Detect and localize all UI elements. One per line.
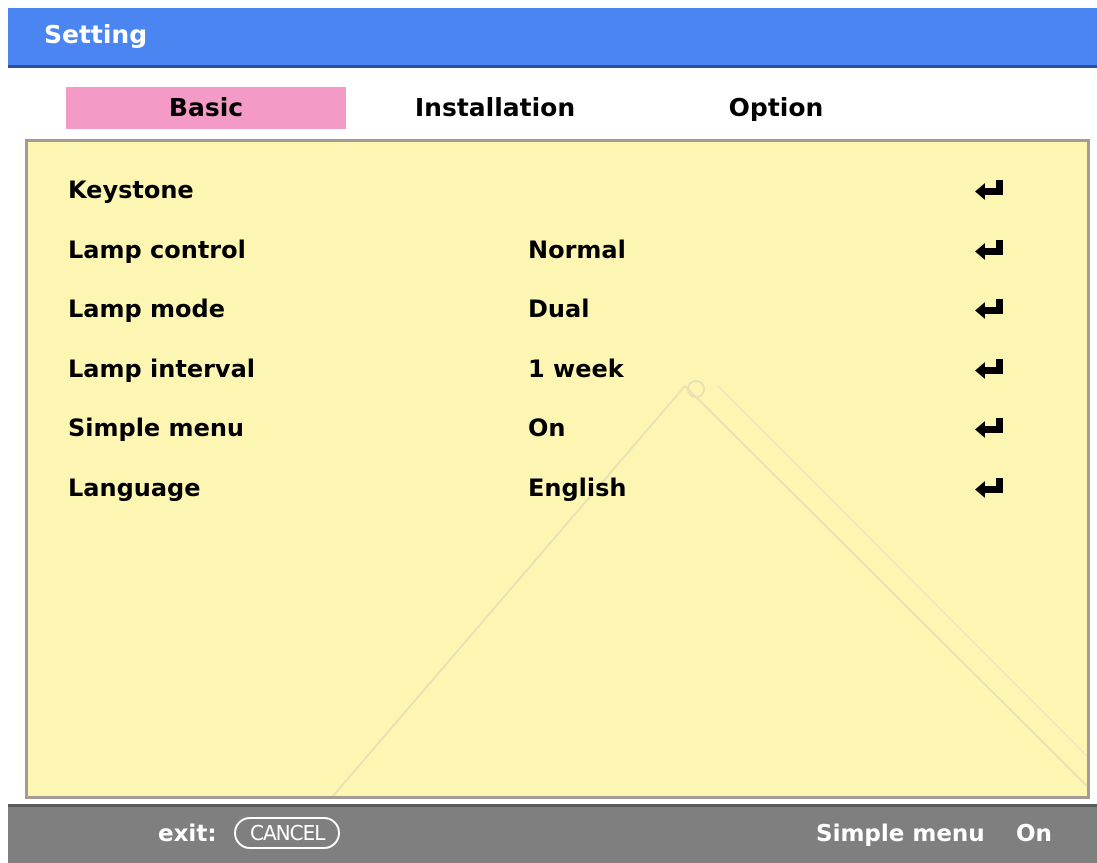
enter-arrow-icon — [975, 418, 1003, 438]
exit-label: exit: — [158, 821, 217, 847]
enter-arrow-icon — [975, 240, 1003, 260]
menu-item-label: Language — [68, 474, 201, 502]
menu-item-label: Lamp mode — [68, 295, 225, 323]
menu-item-label: Simple menu — [68, 414, 245, 442]
tab-option[interactable]: Option — [714, 87, 838, 129]
menu-item-lamp-interval[interactable]: Lamp interval 1 week — [28, 345, 1087, 397]
menu-item-value: On — [528, 414, 566, 442]
simple-menu-status-value: On — [1016, 821, 1052, 847]
settings-panel: Keystone Lamp control Normal Lamp mode D… — [25, 139, 1090, 799]
menu-item-value: English — [528, 474, 627, 502]
menu-item-value: Normal — [528, 236, 626, 264]
menu-item-lamp-mode[interactable]: Lamp mode Dual — [28, 285, 1087, 337]
menu-item-label: Keystone — [68, 176, 194, 204]
menu-item-language[interactable]: Language English — [28, 464, 1087, 516]
menu-item-simple-menu[interactable]: Simple menu On — [28, 404, 1087, 456]
enter-arrow-icon — [975, 478, 1003, 498]
menu-item-keystone[interactable]: Keystone — [28, 166, 1087, 218]
tab-bar: Basic Installation Option — [0, 87, 1097, 129]
menu-item-label: Lamp interval — [68, 355, 255, 383]
menu-item-label: Lamp control — [68, 236, 246, 264]
tab-basic[interactable]: Basic — [66, 87, 346, 129]
settings-window: Setting Basic Installation Option Keysto… — [0, 0, 1097, 863]
title-bar: Setting — [8, 8, 1097, 68]
menu-item-value: Dual — [528, 295, 590, 323]
enter-arrow-icon — [975, 359, 1003, 379]
tab-installation[interactable]: Installation — [395, 87, 595, 129]
cancel-key-button[interactable]: CANCEL — [234, 817, 341, 849]
enter-arrow-icon — [975, 299, 1003, 319]
simple-menu-status-label: Simple menu — [816, 821, 985, 847]
enter-arrow-icon — [975, 180, 1003, 200]
menu-item-lamp-control[interactable]: Lamp control Normal — [28, 226, 1087, 278]
status-bar: exit: CANCEL Simple menu On — [8, 804, 1097, 863]
window-title: Setting — [44, 20, 148, 49]
menu-item-value: 1 week — [528, 355, 624, 383]
